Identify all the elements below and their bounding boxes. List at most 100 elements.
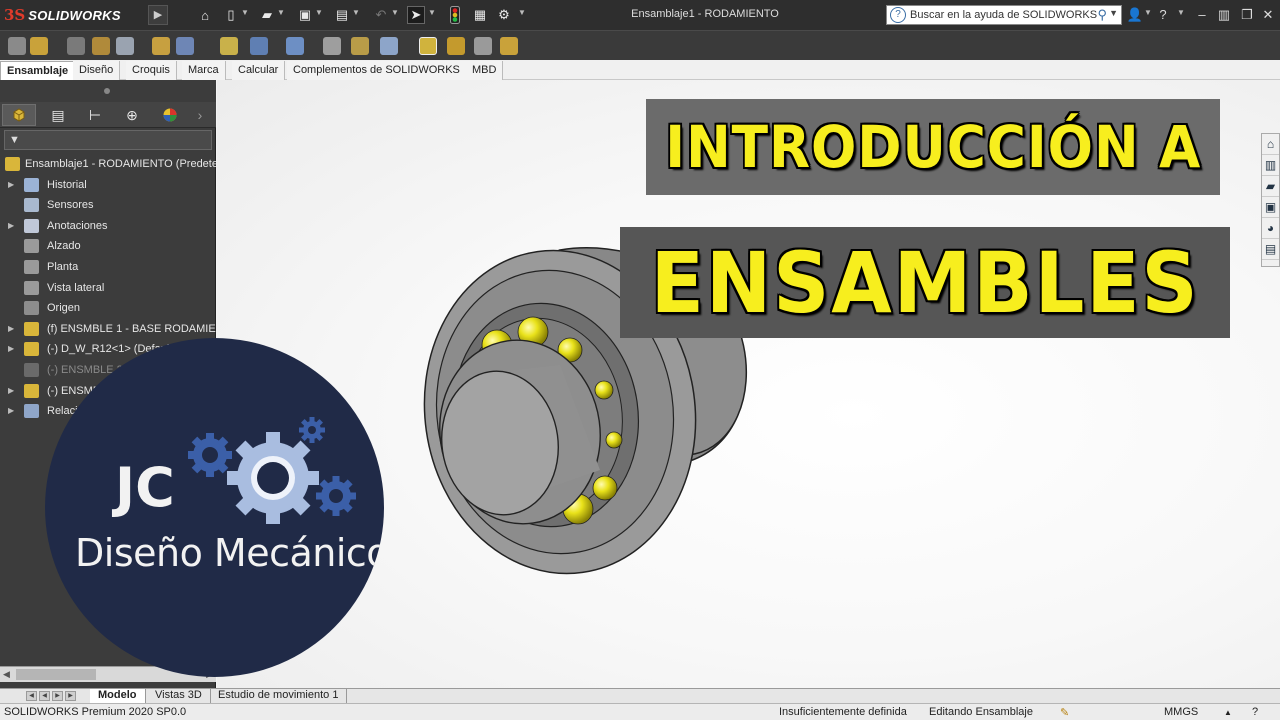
- tree-item-anotaciones[interactable]: ▶ Anotaciones: [0, 216, 216, 237]
- reference-geometry-icon[interactable]: [220, 37, 238, 55]
- tab-croquis[interactable]: Croquis: [126, 61, 177, 80]
- user-icon[interactable]: 👤: [1126, 6, 1144, 24]
- tab-ensamblaje[interactable]: Ensamblaje: [0, 61, 76, 80]
- tree-root-assembly[interactable]: Ensamblaje1 - RODAMIENTO (Predeterminado: [0, 154, 216, 175]
- exploded-view-icon[interactable]: [323, 37, 341, 55]
- view-orientation-icon[interactable]: ◩: [709, 80, 727, 82]
- apply-scene-icon[interactable]: ◓: [843, 80, 861, 82]
- display-style-icon[interactable]: ◼: [747, 80, 765, 82]
- pane-left-icon[interactable]: ◫: [1160, 80, 1178, 82]
- tab-marca[interactable]: Marca: [182, 61, 226, 80]
- menu-expander-button[interactable]: ▶: [148, 5, 168, 25]
- instant3d-icon[interactable]: [351, 37, 369, 55]
- chevron-down-icon[interactable]: ▼: [1144, 8, 1152, 17]
- tab-estudio-movimiento[interactable]: Estudio de movimiento 1: [210, 689, 348, 703]
- chevron-down-icon[interactable]: ▼: [518, 8, 526, 17]
- file-explorer-icon[interactable]: ▰: [1262, 176, 1279, 197]
- select-cursor-icon[interactable]: ➤: [407, 6, 425, 24]
- tree-item-historial[interactable]: ▶ Historial: [0, 175, 216, 196]
- tree-item-planta[interactable]: Planta: [0, 257, 216, 278]
- restore-icon[interactable]: ❐: [1238, 6, 1256, 24]
- assembly-xpert-icon[interactable]: [500, 37, 518, 55]
- save-icon[interactable]: ▣: [296, 6, 314, 24]
- configuration-manager-tab-icon[interactable]: ⊢: [78, 104, 112, 126]
- open-folder-icon[interactable]: ▰: [258, 6, 276, 24]
- expand-arrow-icon[interactable]: ▶: [8, 339, 14, 359]
- insert-component-icon[interactable]: [8, 37, 26, 55]
- chevron-down-icon[interactable]: ▼: [428, 8, 436, 17]
- tree-item-sensores[interactable]: Sensores: [0, 195, 216, 216]
- restore-document-icon[interactable]: ❐: [1232, 80, 1250, 82]
- tree-item-origen[interactable]: Origen: [0, 298, 216, 319]
- chevron-down-icon[interactable]: ▼: [1177, 8, 1185, 17]
- tab-mbd[interactable]: MBD: [466, 61, 504, 80]
- pane-grip[interactable]: [0, 80, 216, 102]
- property-manager-tab-icon[interactable]: ▤: [41, 104, 75, 126]
- take-snapshot-icon[interactable]: [419, 37, 437, 55]
- zoom-to-fit-icon[interactable]: ⌕: [585, 80, 603, 82]
- help-search-input[interactable]: ? Buscar en la ayuda de SOLIDWORKS ⚲ ▼: [886, 5, 1122, 25]
- assembly-features-icon[interactable]: [176, 37, 194, 55]
- move-component-icon[interactable]: [116, 37, 134, 55]
- view-palette-icon[interactable]: ▣: [1262, 197, 1279, 218]
- large-assembly-icon[interactable]: [447, 37, 465, 55]
- expand-arrow-icon[interactable]: ▶: [8, 175, 14, 195]
- custom-properties-icon[interactable]: ▤: [1262, 239, 1279, 260]
- chevron-down-icon[interactable]: ▼: [352, 8, 360, 17]
- solidworks-logo[interactable]: 3S SOLIDWORKS: [4, 4, 121, 26]
- pane-right-icon[interactable]: ◫: [1185, 80, 1203, 82]
- expand-arrow-icon[interactable]: ▶: [8, 319, 14, 339]
- file-properties-icon[interactable]: ▦: [471, 6, 489, 24]
- previous-view-icon[interactable]: ↺: [631, 80, 649, 82]
- print-icon[interactable]: ▤: [333, 6, 351, 24]
- previous-tab-icon[interactable]: ◀: [39, 691, 50, 701]
- close-icon[interactable]: ✕: [1259, 6, 1277, 24]
- tab-calcular[interactable]: Calcular: [232, 61, 286, 80]
- solidworks-resources-icon[interactable]: ⌂: [1262, 134, 1279, 155]
- tab-diseno[interactable]: Diseño: [73, 61, 121, 80]
- dynamic-annotation-icon[interactable]: ▦: [683, 80, 701, 82]
- chevron-down-icon[interactable]: ▼: [277, 8, 285, 17]
- dimxpert-tab-icon[interactable]: ⊕: [115, 104, 149, 126]
- rebuild-traffic-light-icon[interactable]: [446, 6, 464, 24]
- hide-show-items-icon[interactable]: ◉: [784, 80, 802, 82]
- smart-fasteners-icon[interactable]: [92, 37, 110, 55]
- chevron-down-icon[interactable]: ▼: [241, 8, 249, 17]
- rebuild-status-icon[interactable]: ✎: [1060, 706, 1069, 719]
- linear-pattern-icon[interactable]: [67, 37, 85, 55]
- tab-complementos[interactable]: Complementos de SOLIDWORKS: [287, 61, 467, 80]
- tab-vistas-3d[interactable]: Vistas 3D: [147, 689, 211, 703]
- undo-icon[interactable]: ↶: [372, 6, 390, 24]
- tree-item-ensamble-1[interactable]: ▶ (f) ENSMBLE 1 - BASE RODAMIENTO: [0, 319, 216, 340]
- new-document-icon[interactable]: ▯: [222, 6, 240, 24]
- home-icon[interactable]: ⌂: [196, 6, 214, 24]
- status-units[interactable]: MMGS: [1164, 706, 1198, 718]
- feature-manager-tab-icon[interactable]: [2, 104, 36, 126]
- camera-icon[interactable]: [474, 37, 492, 55]
- appearances-icon[interactable]: ◕: [1262, 218, 1279, 239]
- help-button[interactable]: ?: [1154, 6, 1172, 24]
- chevron-down-icon[interactable]: ▼: [391, 8, 399, 17]
- chevron-down-icon[interactable]: ▼: [315, 8, 323, 17]
- chevron-up-icon[interactable]: ▲: [1224, 708, 1232, 717]
- chevron-right-icon[interactable]: ›: [190, 104, 210, 126]
- tree-item-alzado[interactable]: Alzado: [0, 236, 216, 257]
- design-library-icon[interactable]: ▥: [1262, 155, 1279, 176]
- first-tab-icon[interactable]: ◀: [26, 691, 37, 701]
- chevron-down-icon[interactable]: ▼: [1109, 8, 1118, 18]
- minimize-document-icon[interactable]: –: [1211, 80, 1229, 82]
- tab-modelo[interactable]: Modelo: [90, 689, 146, 703]
- display-manager-tab-icon[interactable]: [153, 104, 187, 126]
- mate-icon[interactable]: [30, 37, 48, 55]
- section-view-icon[interactable]: ◧: [657, 80, 675, 82]
- show-hidden-icon[interactable]: [152, 37, 170, 55]
- tree-item-vista-lateral[interactable]: Vista lateral: [0, 278, 216, 299]
- scroll-left-icon[interactable]: ◀: [3, 669, 10, 680]
- tile-windows-icon[interactable]: ▥: [1215, 6, 1233, 24]
- options-gear-icon[interactable]: ⚙: [495, 6, 513, 24]
- search-icon[interactable]: ⚲: [1097, 7, 1107, 23]
- update-speedpak-icon[interactable]: [380, 37, 398, 55]
- view-settings-icon[interactable]: ▭: [883, 80, 901, 82]
- new-motion-study-icon[interactable]: [250, 37, 268, 55]
- expand-arrow-icon[interactable]: ▶: [8, 216, 14, 236]
